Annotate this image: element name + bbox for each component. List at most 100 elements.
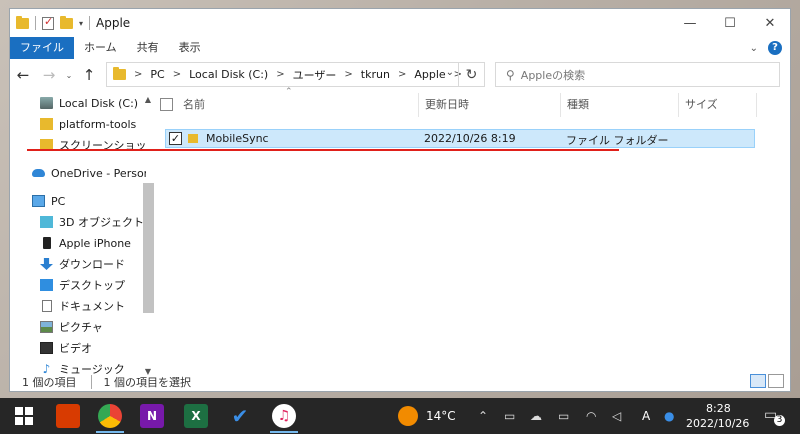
divider	[35, 16, 36, 30]
details-view-icon[interactable]	[750, 374, 766, 388]
show-hidden-icons-chevron-icon[interactable]: ⌃	[478, 409, 488, 423]
onedrive-icon	[32, 169, 45, 177]
todo-icon[interactable]: ✔	[228, 404, 252, 428]
tab-share[interactable]: 共有	[127, 37, 169, 59]
address-dropdown-chevron-icon[interactable]: ⌄	[446, 67, 454, 78]
wifi-icon[interactable]: ◠	[586, 409, 596, 423]
status-bar: 1 個の項目 1 個の項目を選択	[10, 373, 790, 391]
nav-item-pictures[interactable]: ピクチャ	[40, 317, 103, 337]
search-input[interactable]: ⚲ Appleの検索	[495, 62, 780, 87]
excel-icon[interactable]: X	[184, 404, 208, 428]
onenote-icon[interactable]: N	[140, 404, 164, 428]
ime-indicator[interactable]: A	[642, 409, 650, 423]
crumb-pc[interactable]: PC	[150, 68, 164, 81]
help-icon[interactable]: ?	[768, 41, 782, 55]
view-switcher	[750, 374, 784, 388]
battery-icon[interactable]: ▭	[558, 409, 569, 423]
start-button[interactable]	[12, 404, 36, 428]
scroll-up-icon[interactable]: ▲	[141, 95, 155, 107]
refresh-button[interactable]: ↻	[458, 63, 484, 86]
nav-item-3d-objects[interactable]: 3D オブジェクト	[40, 212, 144, 232]
nav-scrollbar[interactable]: ▲ ▼	[141, 93, 155, 379]
3d-objects-icon	[40, 216, 53, 228]
crumb-local-disk[interactable]: Local Disk (C:)	[189, 68, 268, 81]
close-button[interactable]: ✕	[750, 9, 790, 37]
up-button[interactable]: ↑	[76, 66, 102, 84]
maximize-button[interactable]: ☐	[710, 9, 750, 37]
column-name[interactable]: 名前	[177, 93, 419, 117]
nav-item-screenshots[interactable]: スクリーンショット	[40, 135, 146, 155]
file-name: MobileSync	[206, 132, 269, 145]
row-checkbox[interactable]: ✓	[169, 132, 182, 145]
iphone-icon	[43, 237, 51, 249]
breadcrumb: > PC > Local Disk (C:) > ユーザー > tkrun > …	[134, 67, 463, 83]
scrollbar-thumb[interactable]	[143, 183, 154, 313]
back-button[interactable]: ←	[10, 66, 36, 84]
explorer-window: ▾ Apple — ☐ ✕ ファイル ホーム 共有 表示 ⌄ ? ← → ⌄ ↑…	[9, 8, 791, 392]
active-indicator	[270, 431, 298, 433]
tab-file[interactable]: ファイル	[10, 37, 74, 59]
tab-view[interactable]: 表示	[169, 37, 211, 59]
select-all-checkbox[interactable]	[160, 98, 173, 111]
weather-icon[interactable]	[398, 406, 418, 426]
customize-toolbar-chevron-icon[interactable]: ▾	[79, 19, 83, 28]
file-row[interactable]: ✓ MobileSync 2022/10/26 8:19 ファイル フォルダー	[165, 129, 755, 148]
expand-ribbon-chevron-icon[interactable]: ⌄	[750, 43, 758, 54]
nav-item-pc[interactable]: PC	[32, 191, 65, 211]
chrome-icon[interactable]	[98, 404, 122, 428]
document-icon	[42, 300, 52, 312]
notification-badge: 3	[774, 415, 785, 426]
nav-item-videos[interactable]: ビデオ	[40, 338, 92, 358]
column-size[interactable]: サイズ	[679, 93, 757, 117]
nav-item-documents[interactable]: ドキュメント	[40, 296, 125, 316]
folder-icon	[16, 15, 29, 29]
nav-item-downloads[interactable]: ダウンロード	[40, 254, 125, 274]
nav-item-platform-tools[interactable]: platform-tools	[40, 114, 136, 134]
pc-icon	[32, 195, 45, 207]
quick-access-toolbar: ▾	[10, 15, 91, 30]
forward-button[interactable]: →	[36, 66, 62, 84]
column-modified[interactable]: 更新日時	[419, 93, 561, 117]
volume-icon[interactable]: ◁	[612, 409, 621, 423]
selection-count: 1 個の項目を選択	[103, 376, 192, 389]
crumb-tkrun[interactable]: tkrun	[361, 68, 390, 81]
pictures-icon	[40, 321, 53, 333]
large-icons-view-icon[interactable]	[768, 374, 784, 388]
navigation-pane: Local Disk (C:) platform-tools スクリーンショット…	[10, 93, 146, 377]
properties-icon[interactable]	[42, 15, 54, 30]
window-title: Apple	[96, 16, 131, 30]
recent-locations-chevron-icon[interactable]: ⌄	[62, 71, 76, 80]
defender-icon[interactable]: ●	[664, 409, 674, 423]
itunes-icon[interactable]: ♫	[272, 404, 296, 428]
meet-now-icon[interactable]: ▭	[504, 409, 515, 423]
weather-temp[interactable]: 14°C	[426, 409, 456, 423]
office-icon[interactable]	[56, 404, 80, 428]
tab-home[interactable]: ホーム	[74, 37, 127, 59]
drive-icon	[40, 97, 53, 109]
file-list: ⌃ 名前 更新日時 種類 サイズ ✓ MobileSync 2022/10/26…	[155, 87, 780, 377]
new-folder-icon[interactable]	[60, 15, 73, 29]
clock-time[interactable]: 8:28	[706, 402, 731, 415]
folder-icon	[40, 118, 53, 130]
item-count: 1 個の項目	[22, 376, 77, 389]
video-icon	[40, 342, 53, 354]
highlight-underline	[27, 149, 619, 151]
search-icon: ⚲	[506, 67, 515, 82]
column-header: ⌃ 名前 更新日時 種類 サイズ	[155, 87, 780, 117]
onedrive-tray-icon[interactable]: ☁	[530, 409, 542, 423]
crumb-users[interactable]: ユーザー	[293, 67, 337, 83]
nav-item-desktop[interactable]: デスクトップ	[40, 275, 125, 295]
download-icon	[40, 258, 53, 270]
nav-item-apple-iphone[interactable]: Apple iPhone	[40, 233, 131, 253]
clock-date[interactable]: 2022/10/26	[686, 417, 749, 430]
file-modified: 2022/10/26 8:19	[424, 132, 516, 145]
desktop-icon	[40, 279, 53, 291]
minimize-button[interactable]: —	[670, 9, 710, 37]
divider	[89, 16, 91, 30]
active-indicator	[96, 431, 124, 433]
nav-item-local-disk[interactable]: Local Disk (C:)	[40, 93, 138, 113]
column-type[interactable]: 種類	[561, 93, 679, 117]
crumb-apple[interactable]: Apple	[414, 68, 445, 81]
nav-item-onedrive[interactable]: OneDrive - Person	[32, 163, 146, 183]
address-bar[interactable]: > PC > Local Disk (C:) > ユーザー > tkrun > …	[106, 62, 485, 87]
